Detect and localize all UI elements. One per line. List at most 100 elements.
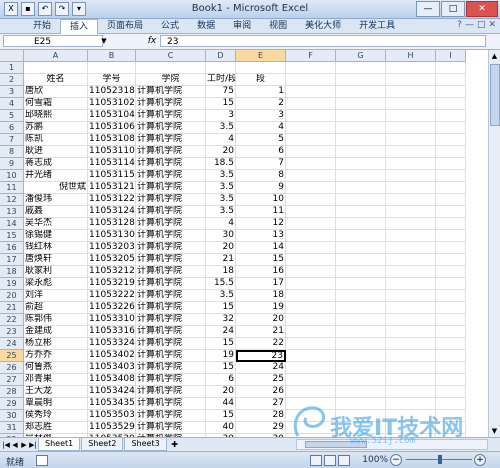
sheet-tab[interactable]: Sheet3 xyxy=(124,438,167,451)
cell-c20[interactable]: 计算机学院 xyxy=(136,290,206,302)
cell-c31[interactable]: 计算机学院 xyxy=(136,422,206,434)
cell-a22[interactable]: 陈郭伟 xyxy=(24,314,88,326)
cell-i31[interactable] xyxy=(436,422,466,434)
cell-f30[interactable] xyxy=(286,410,336,422)
cell-h7[interactable] xyxy=(386,134,436,146)
cell-h24[interactable] xyxy=(386,338,436,350)
ribbon-tab[interactable]: 开发工具 xyxy=(350,19,404,33)
cell-a27[interactable]: 邓青果 xyxy=(24,374,88,386)
cell-a21[interactable]: 俞超 xyxy=(24,302,88,314)
formula-input[interactable]: 23 xyxy=(160,35,486,47)
cell-f6[interactable] xyxy=(286,122,336,134)
cell-h31[interactable] xyxy=(386,422,436,434)
row-header[interactable]: 1 xyxy=(0,62,24,74)
zoom-level[interactable]: 100% xyxy=(362,455,388,465)
ribbon-tab[interactable]: 开始 xyxy=(24,19,60,33)
cell-a9[interactable]: 蒋志成 xyxy=(24,158,88,170)
cell-g16[interactable] xyxy=(336,242,386,254)
row-header[interactable]: 25 xyxy=(0,350,24,362)
row-header[interactable]: 23 xyxy=(0,326,24,338)
cell-a23[interactable]: 金建成 xyxy=(24,326,88,338)
column-header[interactable]: F xyxy=(286,50,336,62)
row-header[interactable]: 13 xyxy=(0,206,24,218)
ribbon-tab[interactable]: 公式 xyxy=(152,19,188,33)
ribbon-tab[interactable]: 审阅 xyxy=(224,19,260,33)
cell-b3[interactable]: 11052318 xyxy=(88,86,136,98)
row-header[interactable]: 16 xyxy=(0,242,24,254)
ribbon-tab[interactable]: 插入 xyxy=(60,18,99,34)
cell-h15[interactable] xyxy=(386,230,436,242)
column-header[interactable]: A xyxy=(24,50,88,62)
sheet-tab[interactable]: Sheet2 xyxy=(81,438,124,451)
cell-f14[interactable] xyxy=(286,218,336,230)
cell-i15[interactable] xyxy=(436,230,466,242)
cell-f31[interactable] xyxy=(286,422,336,434)
ribbon-tab[interactable]: 页面布局 xyxy=(98,19,152,33)
sheet-tab[interactable]: Sheet1 xyxy=(38,438,81,451)
cell-d13[interactable]: 3.5 xyxy=(206,206,236,218)
zoom-in-icon[interactable]: + xyxy=(474,454,486,466)
minimize-button[interactable]: — xyxy=(416,1,440,17)
cell-b6[interactable]: 11053106 xyxy=(88,122,136,134)
cell-h1[interactable] xyxy=(386,62,436,74)
cell-b31[interactable]: 11053529 xyxy=(88,422,136,434)
cell-g20[interactable] xyxy=(336,290,386,302)
cell-e24[interactable]: 22 xyxy=(236,338,286,350)
prev-sheet-icon[interactable]: ◀ xyxy=(11,441,19,449)
cell-c10[interactable]: 计算机学院 xyxy=(136,170,206,182)
cell-g21[interactable] xyxy=(336,302,386,314)
cell-f26[interactable] xyxy=(286,362,336,374)
cell-g8[interactable] xyxy=(336,146,386,158)
row-header[interactable]: 31 xyxy=(0,422,24,434)
insert-function-icon[interactable]: fx xyxy=(146,35,158,47)
cell-b14[interactable]: 11053128 xyxy=(88,218,136,230)
row-header[interactable]: 3 xyxy=(0,86,24,98)
cell-c1[interactable] xyxy=(136,62,206,74)
cell-e20[interactable]: 18 xyxy=(236,290,286,302)
cell-f29[interactable] xyxy=(286,398,336,410)
cell-a12[interactable]: 潘俊玮 xyxy=(24,194,88,206)
cell-i1[interactable] xyxy=(436,62,466,74)
cell-h13[interactable] xyxy=(386,206,436,218)
cell-f3[interactable] xyxy=(286,86,336,98)
cell-e14[interactable]: 12 xyxy=(236,218,286,230)
cell-h22[interactable] xyxy=(386,314,436,326)
cell-g29[interactable] xyxy=(336,398,386,410)
cell-e13[interactable]: 11 xyxy=(236,206,286,218)
cell-e7[interactable]: 5 xyxy=(236,134,286,146)
cell-e27[interactable]: 25 xyxy=(236,374,286,386)
cell-e28[interactable]: 26 xyxy=(236,386,286,398)
cell-g14[interactable] xyxy=(336,218,386,230)
cell-f4[interactable] xyxy=(286,98,336,110)
cell-h6[interactable] xyxy=(386,122,436,134)
scroll-up-icon[interactable]: ▲ xyxy=(489,50,500,62)
cell-f9[interactable] xyxy=(286,158,336,170)
zoom-slider-thumb[interactable] xyxy=(438,455,442,464)
cell-h12[interactable] xyxy=(386,194,436,206)
cell-d29[interactable]: 44 xyxy=(206,398,236,410)
cell-c17[interactable]: 计算机学院 xyxy=(136,254,206,266)
cell-i28[interactable] xyxy=(436,386,466,398)
row-header[interactable]: 29 xyxy=(0,398,24,410)
cell-i14[interactable] xyxy=(436,218,466,230)
cell-c23[interactable]: 计算机学院 xyxy=(136,326,206,338)
cell-f13[interactable] xyxy=(286,206,336,218)
cell-h3[interactable] xyxy=(386,86,436,98)
cell-i26[interactable] xyxy=(436,362,466,374)
cell-h2[interactable] xyxy=(386,74,436,86)
cell-g10[interactable] xyxy=(336,170,386,182)
cell-d31[interactable]: 40 xyxy=(206,422,236,434)
cell-h9[interactable] xyxy=(386,158,436,170)
cell-e31[interactable]: 29 xyxy=(236,422,286,434)
cell-a15[interactable]: 徐锡健 xyxy=(24,230,88,242)
cell-f21[interactable] xyxy=(286,302,336,314)
column-header[interactable]: C xyxy=(136,50,206,62)
cell-b7[interactable]: 11053108 xyxy=(88,134,136,146)
cell-g12[interactable] xyxy=(336,194,386,206)
column-header[interactable]: B xyxy=(88,50,136,62)
cell-g7[interactable] xyxy=(336,134,386,146)
cell-e1[interactable] xyxy=(236,62,286,74)
cell-e10[interactable]: 8 xyxy=(236,170,286,182)
row-header[interactable]: 5 xyxy=(0,110,24,122)
cell-a1[interactable] xyxy=(24,62,88,74)
